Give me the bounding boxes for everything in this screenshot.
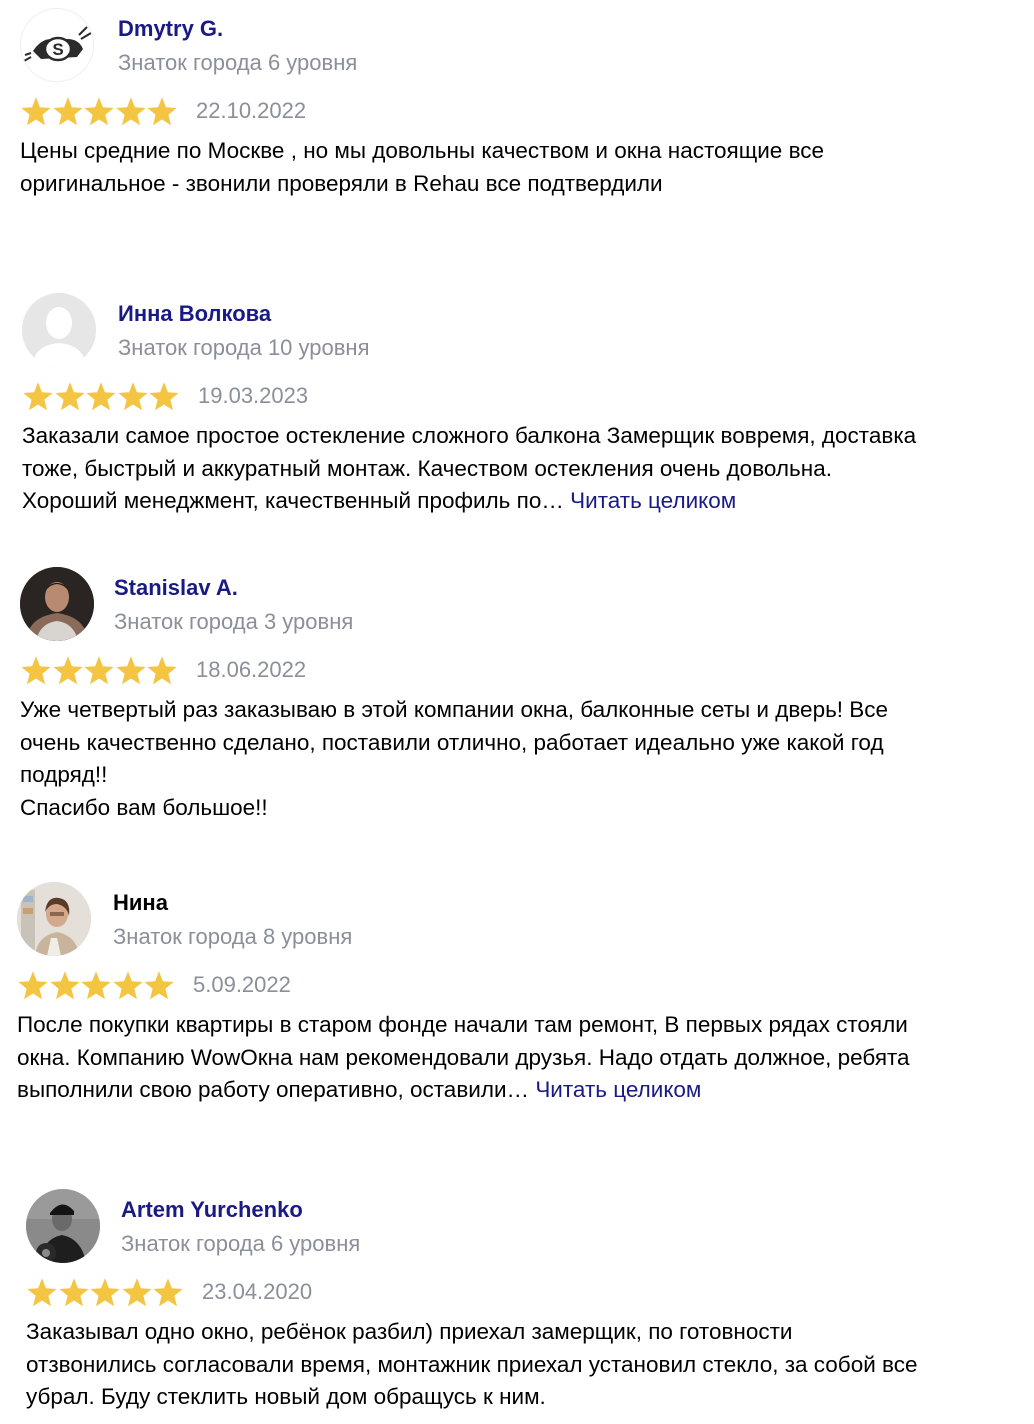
svg-text:S: S — [52, 40, 63, 59]
logo-s-avatar-icon[interactable]: S — [20, 8, 94, 82]
default-user-avatar-icon[interactable] — [22, 293, 96, 367]
review-text: После покупки квартиры в старом фонде на… — [17, 1009, 1017, 1107]
rating-stars — [20, 655, 178, 685]
review-text: Заказывал одно окно, ребёнок разбил) при… — [26, 1316, 1026, 1414]
star-icon — [52, 96, 84, 126]
star-icon — [58, 1277, 90, 1307]
star-icon — [115, 96, 147, 126]
review-text: Цены средние по Москве , но мы довольны … — [20, 135, 1020, 200]
author-level: Знаток города 10 уровня — [118, 335, 370, 360]
author-level: Знаток города 8 уровня — [113, 924, 353, 949]
photo-avatar-icon[interactable] — [20, 567, 94, 641]
star-icon — [152, 1277, 184, 1307]
author-level: Знаток города 6 уровня — [118, 50, 358, 75]
read-more-link[interactable]: Читать целиком — [570, 488, 736, 513]
rating-stars — [22, 381, 180, 411]
photo-avatar-icon[interactable] — [26, 1189, 100, 1263]
author-level: Знаток города 3 уровня — [114, 609, 354, 634]
author-name[interactable]: Инна Волкова — [118, 301, 271, 327]
star-icon — [54, 381, 86, 411]
star-icon — [20, 96, 52, 126]
read-more-link[interactable]: Читать целиком — [535, 1077, 701, 1102]
review-body: После покупки квартиры в старом фонде на… — [17, 1012, 910, 1102]
star-icon — [49, 970, 81, 1000]
rating-stars — [26, 1277, 184, 1307]
author-name[interactable]: Dmytry G. — [118, 16, 223, 42]
rating-stars — [20, 96, 178, 126]
review-date: 18.06.2022 — [196, 657, 307, 682]
star-icon — [80, 970, 112, 1000]
star-icon — [17, 970, 49, 1000]
review-date: 5.09.2022 — [193, 972, 291, 997]
star-icon — [148, 381, 180, 411]
star-icon — [52, 655, 84, 685]
star-icon — [143, 970, 175, 1000]
review-date: 23.04.2020 — [202, 1279, 313, 1304]
author-name[interactable]: Нина — [113, 890, 168, 916]
author-name[interactable]: Stanislav A. — [114, 575, 238, 601]
star-icon — [26, 1277, 58, 1307]
review-date: 19.03.2023 — [198, 383, 309, 408]
star-icon — [115, 655, 147, 685]
review-body: Заказывал одно окно, ребёнок разбил) при… — [26, 1319, 918, 1409]
photo-avatar-icon[interactable] — [17, 882, 91, 956]
star-icon — [112, 970, 144, 1000]
review-body: Уже четвертый раз заказываю в этой компа… — [20, 697, 889, 820]
star-icon — [89, 1277, 121, 1307]
star-icon — [22, 381, 54, 411]
star-icon — [83, 655, 115, 685]
review-body: Заказали самое простое остекление сложно… — [22, 423, 917, 513]
star-icon — [146, 96, 178, 126]
author-level: Знаток города 6 уровня — [121, 1231, 361, 1256]
rating-stars — [17, 970, 175, 1000]
review-text: Заказали самое простое остекление сложно… — [22, 420, 1022, 518]
review-date: 22.10.2022 — [196, 98, 307, 123]
star-icon — [146, 655, 178, 685]
star-icon — [117, 381, 149, 411]
author-name[interactable]: Artem Yurchenko — [121, 1197, 303, 1223]
review-body: Цены средние по Москве , но мы довольны … — [20, 138, 825, 196]
review-text: Уже четвертый раз заказываю в этой компа… — [20, 694, 1020, 824]
star-icon — [83, 96, 115, 126]
star-icon — [121, 1277, 153, 1307]
star-icon — [20, 655, 52, 685]
star-icon — [85, 381, 117, 411]
